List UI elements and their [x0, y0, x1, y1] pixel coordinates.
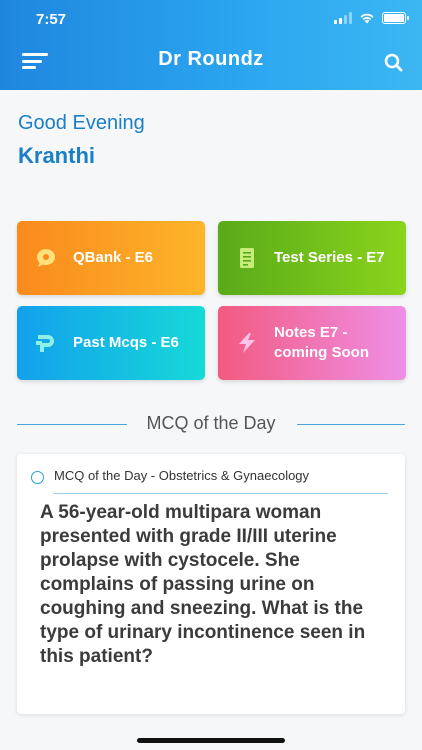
search-icon[interactable] [382, 51, 404, 73]
notes-label: Notes E7 - coming Soon [274, 324, 369, 361]
user-name: Kranthi [18, 143, 95, 168]
notes-tile[interactable]: Notes E7 - coming Soon [218, 306, 406, 380]
battery-icon [382, 12, 409, 24]
chat-bubble-icon [35, 247, 57, 269]
status-time: 7:57 [36, 11, 67, 28]
qbank-tile[interactable]: QBank - E6 [17, 221, 205, 295]
wifi-icon [360, 13, 374, 24]
mcq-card-header: MCQ of the Day - Obstetrics & Gynaecolog… [54, 468, 310, 483]
p-logo-icon [35, 332, 57, 354]
past-mcqs-label: Past Mcqs - E6 [73, 334, 179, 351]
qbank-label: QBank - E6 [73, 249, 154, 266]
document-icon [236, 247, 258, 269]
status-icons [334, 12, 409, 24]
test-series-tile[interactable]: Test Series - E7 [218, 221, 406, 295]
home-indicator[interactable] [137, 738, 285, 743]
mcq-question-text: A 56-year-old multipara woman presented … [40, 502, 366, 667]
divider-right [297, 424, 405, 425]
lightning-icon [236, 332, 258, 354]
radio-button[interactable] [31, 471, 44, 484]
cellular-signal-icon [334, 12, 352, 24]
past-mcqs-tile[interactable]: Past Mcqs - E6 [17, 306, 205, 380]
test-series-label: Test Series - E7 [274, 249, 385, 266]
app-title: Dr Roundz [158, 48, 264, 70]
card-divider [54, 493, 388, 494]
app-header: 7:57 Dr Roundz [0, 0, 422, 90]
mcq-of-the-day-card[interactable]: MCQ of the Day - Obstetrics & Gynaecolog… [17, 454, 405, 714]
greeting-text: Good Evening [18, 112, 145, 134]
